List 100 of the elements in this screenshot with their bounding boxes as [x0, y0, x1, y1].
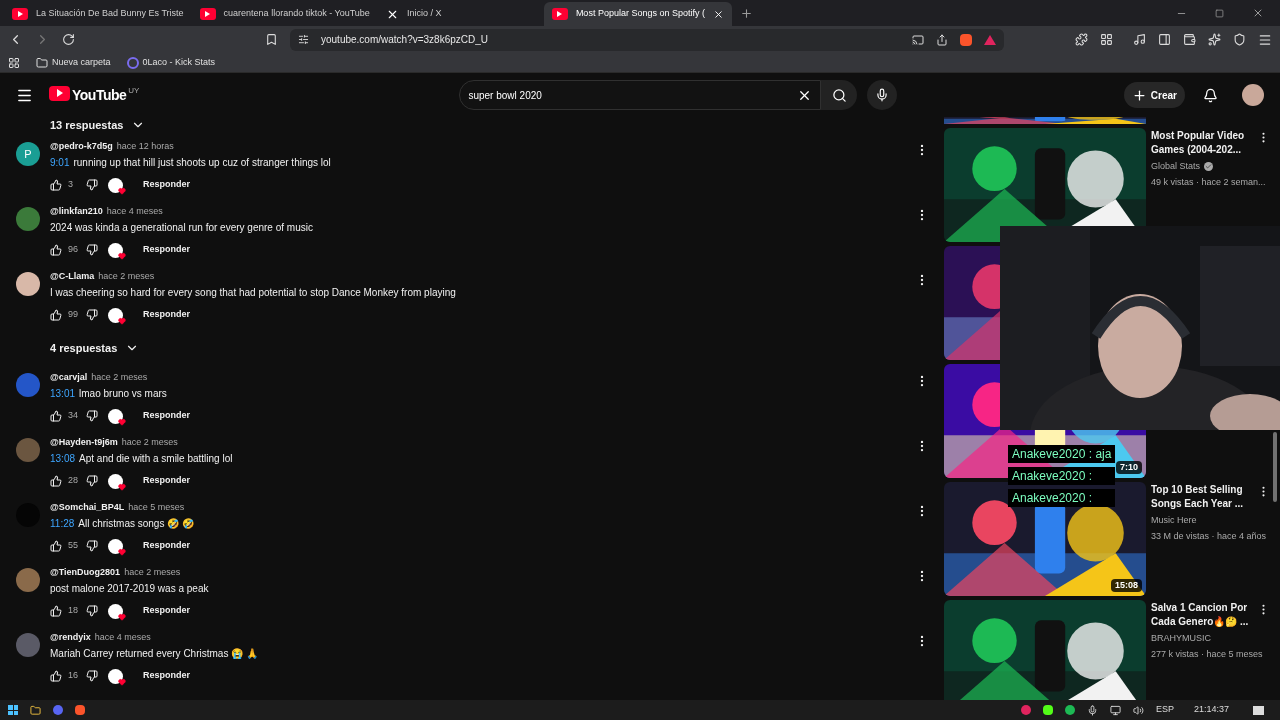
- music-icon[interactable]: [1133, 33, 1146, 46]
- like-count: 16: [68, 669, 79, 683]
- share-icon[interactable]: [936, 33, 948, 46]
- clock[interactable]: 21:14:37: [1193, 703, 1229, 717]
- bookmark-link[interactable]: 0Laco - Kick Stats: [126, 55, 216, 70]
- reply-button[interactable]: Responder: [143, 409, 190, 423]
- like-icon[interactable]: [50, 309, 62, 321]
- wallet-icon[interactable]: [1183, 33, 1196, 46]
- sidebar-icon[interactable]: [1158, 33, 1171, 46]
- start-icon[interactable]: [8, 705, 18, 715]
- timestamp-link[interactable]: 13:01: [50, 385, 76, 401]
- browser-icon[interactable]: [75, 705, 85, 715]
- bookmark-link[interactable]: Nueva carpeta: [36, 55, 111, 70]
- reply-button[interactable]: Responder: [143, 178, 190, 192]
- reply-button[interactable]: Responder: [143, 604, 190, 618]
- comment-time[interactable]: hace 4 meses: [106, 205, 163, 219]
- replies-toggle[interactable]: 4 respuestas: [50, 340, 140, 356]
- file-explorer-icon[interactable]: [30, 704, 41, 716]
- video-title[interactable]: Most Popular Video Games (2004-202...: [1151, 129, 1251, 157]
- video-meta: 33 M de vistas · hace 4 años: [1151, 529, 1268, 543]
- comment-author[interactable]: @carvjal: [50, 371, 88, 385]
- reply-button[interactable]: Responder: [143, 474, 190, 488]
- comment-author[interactable]: @Somchai_BP4L: [50, 501, 125, 515]
- dislike-icon[interactable]: [86, 244, 98, 256]
- timestamp-link[interactable]: 13:08: [50, 450, 76, 466]
- reply-button[interactable]: Responder: [143, 669, 190, 683]
- avatar[interactable]: [1242, 84, 1264, 106]
- new-tab-icon[interactable]: [739, 7, 753, 20]
- comment-time[interactable]: hace 12 horas: [116, 140, 174, 154]
- apps-icon[interactable]: [8, 56, 20, 69]
- cast-icon[interactable]: [912, 33, 924, 46]
- dislike-icon[interactable]: [86, 410, 98, 422]
- comment-text: Mariah Carrey returned every Christmas 😭 🙏: [50, 646, 258, 661]
- avatar[interactable]: [16, 272, 40, 296]
- sparkle-icon[interactable]: [1208, 33, 1221, 46]
- browser-tab[interactable]: Most Popular Songs on Spotify (: [543, 2, 732, 26]
- channel-name[interactable]: Music Here: [1151, 514, 1197, 528]
- notifications-icon[interactable]: [1203, 87, 1218, 103]
- input-language[interactable]: ESP: [1155, 703, 1174, 717]
- volume-icon[interactable]: [1132, 704, 1144, 716]
- timestamp-link[interactable]: 11:28: [50, 515, 75, 531]
- replies-toggle[interactable]: 13 respuestas: [50, 117, 146, 133]
- like-icon[interactable]: [50, 670, 62, 682]
- timestamp-link[interactable]: 9:01: [50, 154, 70, 170]
- comment-author[interactable]: @Hayden-t9j6m: [50, 436, 118, 450]
- reload-icon[interactable]: [62, 33, 75, 46]
- create-button[interactable]: Crear: [1123, 82, 1185, 108]
- dislike-icon[interactable]: [86, 179, 98, 191]
- like-icon[interactable]: [50, 179, 62, 191]
- comment-author[interactable]: @pedro-k7d5g: [50, 140, 113, 154]
- dislike-icon[interactable]: [86, 309, 98, 321]
- search-button[interactable]: [821, 80, 858, 110]
- close-tab-icon[interactable]: [712, 8, 724, 20]
- comment-time[interactable]: hace 4 meses: [94, 631, 151, 645]
- browser-tab[interactable]: Inicio / X: [377, 2, 544, 26]
- scrollbar-thumb[interactable]: [1273, 432, 1277, 502]
- comment-time[interactable]: hace 2 meses: [98, 270, 155, 284]
- tray-app-icon[interactable]: [1064, 705, 1075, 715]
- extensions-icon[interactable]: [1075, 33, 1088, 46]
- tray-app-icon[interactable]: [1042, 705, 1053, 715]
- like-icon[interactable]: [50, 475, 62, 487]
- comment-time[interactable]: hace 2 meses: [121, 436, 178, 450]
- channel-name[interactable]: BRAHYMUSIC: [1151, 632, 1211, 646]
- comment-author[interactable]: @linkfan210: [50, 205, 103, 219]
- voice-search-button[interactable]: [867, 80, 898, 110]
- video-title[interactable]: Top 10 Best Selling Songs Each Year ...: [1151, 483, 1251, 511]
- network-icon[interactable]: [1109, 704, 1121, 716]
- browser-icon[interactable]: [53, 705, 63, 715]
- microphone-icon[interactable]: [1086, 704, 1098, 716]
- dislike-icon[interactable]: [86, 540, 98, 552]
- comment-author[interactable]: @C-Llama: [50, 270, 95, 284]
- like-icon[interactable]: [50, 540, 62, 552]
- dislike-icon[interactable]: [86, 670, 98, 682]
- like-icon[interactable]: [50, 410, 62, 422]
- reply-button[interactable]: Responder: [143, 308, 190, 322]
- video-title[interactable]: Salva 1 Cancion Por Cada Genero🔥🤔 ...: [1151, 601, 1251, 629]
- comment-time[interactable]: hace 5 meses: [128, 501, 185, 515]
- address-bar[interactable]: youtube.com/watch?v=3z8k6pzCD_U: [290, 28, 1004, 51]
- like-icon[interactable]: [50, 605, 62, 617]
- reply-button[interactable]: Responder: [143, 539, 190, 553]
- site-settings-icon[interactable]: [298, 34, 309, 45]
- comment-author[interactable]: @TienDuog2801: [50, 566, 121, 580]
- like-count: 3: [68, 178, 74, 192]
- channel-name[interactable]: Global Stats: [1151, 160, 1201, 174]
- close-icon[interactable]: [1252, 7, 1264, 19]
- bookmark-icon[interactable]: [265, 33, 278, 46]
- dislike-icon[interactable]: [86, 605, 98, 617]
- window-icon[interactable]: [1100, 33, 1113, 46]
- menu-icon[interactable]: [1258, 32, 1272, 47]
- restore-icon[interactable]: [1215, 8, 1224, 18]
- like-icon[interactable]: [50, 244, 62, 256]
- comment-author[interactable]: @rendyix: [50, 631, 91, 645]
- browser-tab[interactable]: cuarentena llorando tiktok - YouTube: [191, 2, 378, 26]
- search-field[interactable]: super bowl 2020: [459, 80, 822, 110]
- reply-button[interactable]: Responder: [143, 243, 190, 257]
- dislike-icon[interactable]: [86, 475, 98, 487]
- comment-time[interactable]: hace 2 meses: [91, 371, 148, 385]
- notification-icon[interactable]: [1253, 705, 1264, 715]
- comment-time[interactable]: hace 2 meses: [124, 566, 181, 580]
- browser-tab[interactable]: La Situación De Bad Bunny Es Triste: [4, 2, 192, 26]
